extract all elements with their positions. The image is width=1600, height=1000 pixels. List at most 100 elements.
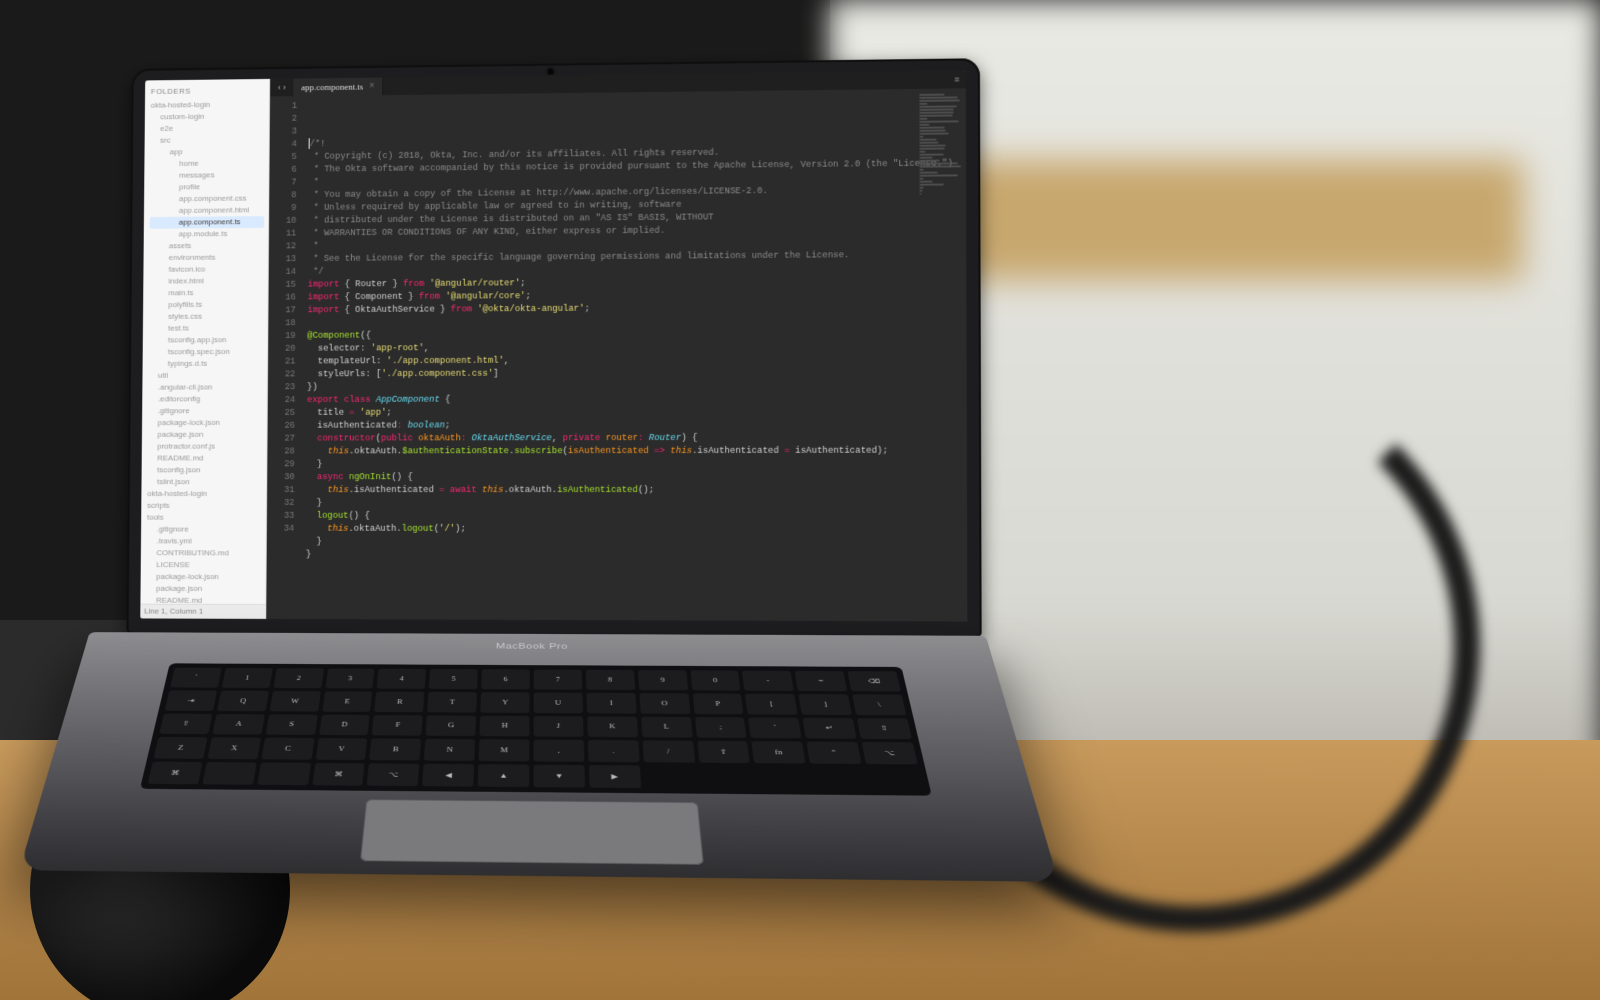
- key: O: [639, 693, 690, 714]
- laptop-deck: MacBook Pro `1234567890-=⌫⇥QWERTYUIOP[]\…: [19, 632, 1058, 882]
- code-line[interactable]: async ngOnInit() {: [306, 471, 967, 484]
- file-tree-item[interactable]: tsconfig.spec.json: [148, 346, 263, 358]
- key: D: [319, 714, 370, 735]
- minimap[interactable]: [919, 92, 962, 182]
- key: Y: [480, 692, 529, 713]
- key: ⇪: [159, 713, 212, 734]
- key: J: [534, 716, 584, 737]
- key: W: [269, 691, 320, 711]
- file-tree-item[interactable]: scripts: [147, 500, 262, 512]
- file-tree-item[interactable]: profile: [150, 181, 265, 194]
- key: 8: [586, 670, 635, 690]
- code-line[interactable]: isAuthenticated: boolean;: [307, 418, 967, 432]
- laptop-lid: FOLDERS okta-hosted-logincustom-logine2e…: [127, 58, 982, 638]
- nav-back-icon[interactable]: ‹: [277, 79, 280, 97]
- file-tree-item[interactable]: tsconfig.json: [147, 464, 262, 476]
- file-tree-item[interactable]: tslint.json: [147, 476, 262, 488]
- file-tree-item[interactable]: package-lock.json: [146, 571, 261, 583]
- key: ,: [534, 740, 585, 762]
- file-tree-item[interactable]: assets: [149, 240, 264, 253]
- tab-nav[interactable]: ‹ ›: [270, 79, 293, 97]
- key: -: [742, 671, 794, 691]
- file-tree-item[interactable]: .gitignore: [148, 405, 263, 417]
- key: [: [745, 694, 797, 715]
- file-tree-item[interactable]: .editorconfig: [148, 393, 263, 405]
- key: fn: [752, 741, 806, 763]
- code-line[interactable]: logout() {: [306, 510, 967, 523]
- key: P: [692, 693, 744, 714]
- code-line[interactable]: }: [306, 458, 966, 472]
- file-tree-item[interactable]: README.md: [148, 452, 263, 464]
- key: ⌘: [312, 763, 365, 786]
- file-tree-item[interactable]: package.json: [146, 583, 261, 595]
- key: \: [852, 694, 906, 715]
- key: S: [265, 714, 317, 735]
- key: ▶: [589, 765, 641, 788]
- code-line[interactable]: }: [306, 536, 967, 550]
- keyboard: `1234567890-=⌫⇥QWERTYUIOP[]\⇪ASDFGHJKL;'…: [140, 663, 932, 795]
- file-tree-item[interactable]: messages: [150, 169, 265, 182]
- file-tree-sidebar[interactable]: FOLDERS okta-hosted-logincustom-logine2e…: [140, 79, 270, 619]
- key: .: [588, 740, 640, 762]
- key: ↵: [803, 717, 857, 739]
- trackpad: [360, 799, 704, 865]
- key: X: [207, 738, 260, 760]
- file-tree-item[interactable]: util: [148, 370, 263, 382]
- file-tree-item[interactable]: package.json: [148, 429, 263, 441]
- code-line[interactable]: [306, 561, 967, 575]
- key: L: [641, 716, 693, 737]
- file-tree-item[interactable]: favicon.ico: [149, 263, 264, 276]
- photo-scene: FOLDERS okta-hosted-logincustom-logine2e…: [0, 0, 1600, 1000]
- file-tree-item[interactable]: app.module.ts: [150, 228, 265, 241]
- key: ◀: [422, 764, 474, 787]
- file-tree-item[interactable]: typings.d.ts: [148, 358, 263, 370]
- laptop: FOLDERS okta-hosted-logincustom-logine2e…: [116, 57, 1100, 939]
- file-tree-item[interactable]: LICENSE: [147, 559, 262, 571]
- file-tree-item[interactable]: index.html: [149, 275, 264, 288]
- tab-overflow-icon[interactable]: ≡: [948, 70, 966, 88]
- file-tree-item[interactable]: app.component.html: [150, 204, 265, 217]
- file-tree-item[interactable]: .gitignore: [147, 524, 262, 536]
- key: Z: [153, 737, 207, 759]
- file-tree-item[interactable]: test.ts: [149, 322, 264, 334]
- key: E: [322, 691, 373, 712]
- key: [202, 762, 256, 784]
- key: ⇧: [697, 741, 750, 763]
- key: 4: [377, 669, 426, 689]
- file-tree-item[interactable]: styles.css: [149, 310, 264, 322]
- code-editor: ‹ › app.component.ts × ≡ 123456789101112…: [266, 70, 967, 621]
- tab-label: app.component.ts: [301, 78, 363, 96]
- file-tree-item[interactable]: environments: [149, 251, 264, 264]
- file-tree-item[interactable]: CONTRIBUTING.md: [147, 547, 262, 559]
- code-lines[interactable]: /*! * Copyright (c) 2018, Okta, Inc. and…: [300, 88, 968, 621]
- file-tree-item[interactable]: .travis.yml: [147, 535, 262, 547]
- code-line[interactable]: }: [306, 549, 967, 563]
- close-icon[interactable]: ×: [369, 78, 375, 96]
- code-line[interactable]: this.oktaAuth.$authenticationState.subsc…: [307, 445, 967, 459]
- code-area[interactable]: 1234567891011121314151617181920212223242…: [266, 88, 967, 621]
- file-tree-item[interactable]: app.component.ts: [150, 216, 265, 229]
- key: [257, 763, 311, 786]
- key: 5: [429, 669, 478, 689]
- file-tree-item[interactable]: tools: [147, 512, 262, 524]
- code-line[interactable]: }: [306, 497, 967, 510]
- key: ;: [695, 717, 747, 738]
- line-number-gutter: 1234567891011121314151617181920212223242…: [266, 96, 303, 619]
- file-tree-item[interactable]: protractor.conf.js: [148, 441, 263, 453]
- nav-forward-icon[interactable]: ›: [283, 79, 286, 97]
- key: 6: [481, 669, 529, 689]
- key: 2: [273, 668, 323, 688]
- file-tree-item[interactable]: package-lock.json: [148, 417, 263, 429]
- tab-app-component[interactable]: app.component.ts ×: [293, 78, 383, 97]
- file-tree-item[interactable]: .angular-cli.json: [148, 381, 263, 393]
- code-line[interactable]: this.isAuthenticated = await this.oktaAu…: [306, 484, 967, 497]
- file-tree-item[interactable]: tsconfig.app.json: [149, 334, 264, 346]
- file-tree-item[interactable]: okta-hosted-login: [147, 488, 262, 500]
- key: H: [480, 715, 530, 736]
- code-line[interactable]: this.oktaAuth.logout('/');: [306, 523, 967, 537]
- file-tree-item[interactable]: app.component.css: [150, 193, 265, 206]
- file-tree-item[interactable]: main.ts: [149, 287, 264, 299]
- key: ⌘: [148, 762, 203, 784]
- code-line[interactable]: constructor(public oktaAuth: OktaAuthSer…: [307, 431, 967, 445]
- file-tree-item[interactable]: polyfills.ts: [149, 299, 264, 311]
